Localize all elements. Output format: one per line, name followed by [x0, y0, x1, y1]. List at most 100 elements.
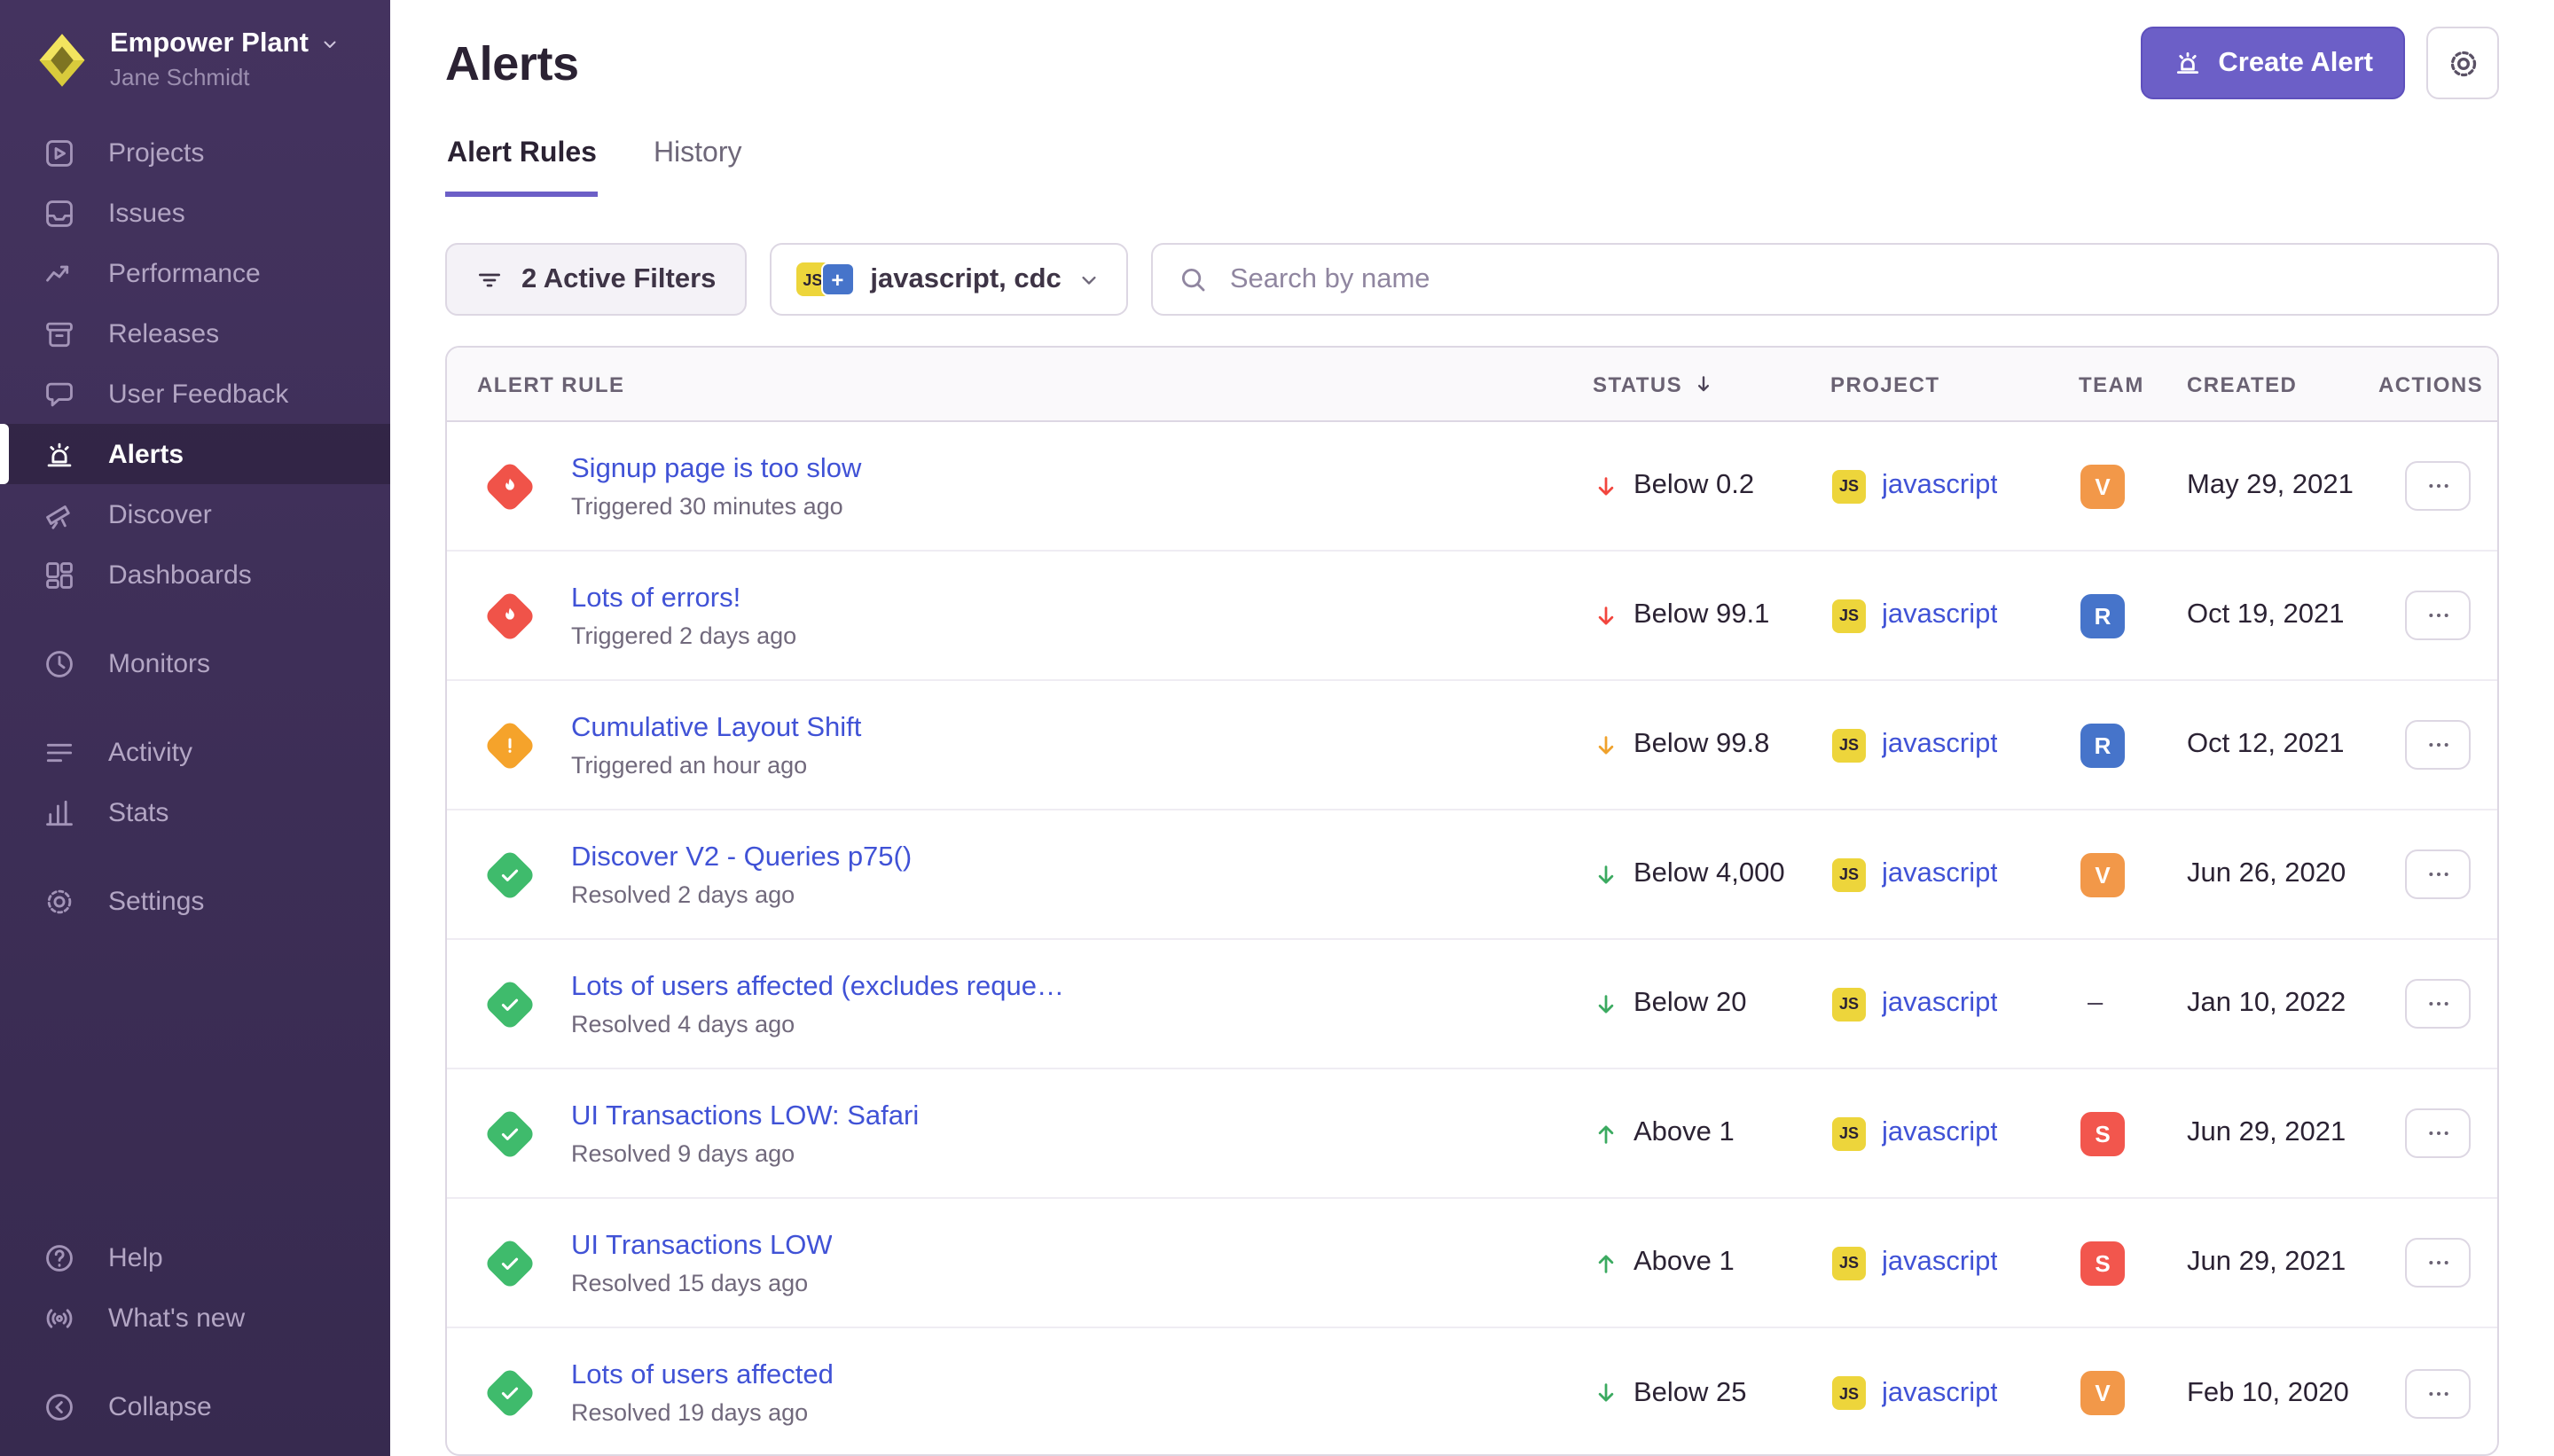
ellipsis-icon — [2424, 1119, 2452, 1147]
project-link[interactable]: javascript — [1882, 1247, 1998, 1279]
tab-alert-rules[interactable]: Alert Rules — [445, 138, 599, 197]
alert-rule-cell: Cumulative Layout ShiftTriggered an hour… — [447, 712, 1589, 778]
sidebar-item-user-feedback[interactable]: User Feedback — [0, 364, 390, 424]
resolved-icon — [483, 1236, 536, 1288]
sidebar-section: Collapse — [0, 1376, 390, 1436]
alert-rule-text: Discover V2 - Queries p75() Resolved 2 da… — [571, 842, 912, 907]
team-badge: R — [2080, 723, 2125, 767]
project-cell: JSjavascript — [1830, 1116, 2079, 1150]
javascript-platform-icon: JS — [1832, 987, 1866, 1021]
column-header-status[interactable]: Status — [1589, 372, 1830, 396]
org-text: Empower Plant Jane Schmidt — [110, 28, 341, 90]
sidebar-item-monitors[interactable]: Monitors — [0, 633, 390, 693]
sidebar-item-activity[interactable]: Activity — [0, 722, 390, 782]
alert-rule-text: Lots of users affected (excludes reque…R… — [571, 971, 1064, 1037]
project-link[interactable]: javascript — [1882, 729, 1998, 761]
row-actions-button[interactable] — [2405, 1368, 2471, 1418]
sidebar-item-stats[interactable]: Stats — [0, 782, 390, 842]
sidebar-item-alerts[interactable]: Alerts — [0, 424, 390, 484]
alert-rule-row: UI Transactions LOWResolved 15 days ago A… — [447, 1199, 2497, 1328]
alert-rule-link[interactable]: UI Transactions LOW — [571, 1230, 833, 1262]
sidebar-item-projects[interactable]: Projects — [0, 122, 390, 183]
trend-down-icon — [1593, 1380, 1619, 1406]
alert-rule-link[interactable]: Lots of users affected — [571, 1360, 834, 1392]
sidebar-item-releases[interactable]: Releases — [0, 303, 390, 364]
actions-cell — [2378, 1108, 2497, 1158]
alert-rule-row: Cumulative Layout ShiftTriggered an hour… — [447, 681, 2497, 810]
project-cell: JSjavascript — [1830, 857, 2079, 891]
collapse-icon — [43, 1389, 76, 1423]
resolved-icon — [483, 848, 536, 900]
status-text: Below 99.1 — [1633, 599, 1769, 631]
team-cell: R — [2079, 593, 2187, 638]
row-actions-button[interactable] — [2405, 591, 2471, 640]
column-header-team[interactable]: Team — [2079, 372, 2187, 396]
project-link[interactable]: javascript — [1882, 988, 1998, 1020]
ellipsis-icon — [2424, 731, 2452, 759]
alert-rule-link[interactable]: Signup page is too slow — [571, 453, 861, 485]
project-cell: JSjavascript — [1830, 1376, 2079, 1410]
row-actions-button[interactable] — [2405, 1238, 2471, 1288]
alert-rule-cell: Discover V2 - Queries p75() Resolved 2 da… — [447, 842, 1589, 907]
sidebar-item-label: Monitors — [108, 648, 210, 678]
column-header-actions: Actions — [2378, 372, 2497, 396]
actions-cell — [2378, 591, 2497, 640]
sidebar-item-discover[interactable]: Discover — [0, 484, 390, 544]
project-link[interactable]: javascript — [1882, 858, 1998, 890]
javascript-platform-icon: JS — [1832, 728, 1866, 762]
sidebar-item-whats-new[interactable]: What's new — [0, 1288, 390, 1348]
ellipsis-icon — [2424, 860, 2452, 888]
alert-rule-text: UI Transactions LOW: SafariResolved 9 da… — [571, 1100, 919, 1166]
sidebar-item-collapse[interactable]: Collapse — [0, 1376, 390, 1436]
team-cell: V — [2079, 464, 2187, 508]
team-badge: R — [2080, 593, 2125, 638]
filter-row: 2 Active Filters JS + javascript, cdc — [445, 243, 2499, 316]
resolved-icon — [483, 1366, 536, 1419]
created-cell: Jun 26, 2020 — [2187, 858, 2378, 890]
org-user: Jane Schmidt — [110, 64, 341, 90]
actions-cell — [2378, 979, 2497, 1029]
active-filters-button[interactable]: 2 Active Filters — [445, 243, 746, 316]
row-actions-button[interactable] — [2405, 1108, 2471, 1158]
row-actions-button[interactable] — [2405, 979, 2471, 1029]
create-alert-button[interactable]: Create Alert — [2140, 27, 2405, 99]
project-link[interactable]: javascript — [1882, 599, 1998, 631]
column-header-created[interactable]: Created — [2187, 372, 2378, 396]
issues-icon — [43, 196, 76, 230]
row-actions-button[interactable] — [2405, 849, 2471, 899]
alert-rule-link[interactable]: UI Transactions LOW: Safari — [571, 1100, 919, 1132]
status-text: Above 1 — [1633, 1247, 1735, 1279]
created-date: Feb 10, 2020 — [2187, 1377, 2349, 1409]
status-text: Below 4,000 — [1633, 858, 1785, 890]
search-input[interactable] — [1226, 262, 2472, 297]
row-actions-button[interactable] — [2405, 720, 2471, 770]
alert-rule-link[interactable]: Cumulative Layout Shift — [571, 712, 861, 744]
project-link[interactable]: javascript — [1882, 1377, 1998, 1409]
sidebar-item-help[interactable]: Help — [0, 1227, 390, 1288]
trend-down-icon — [1593, 602, 1619, 629]
alert-rule-subtext: Resolved 2 days ago — [571, 881, 912, 907]
project-cell: JS javascript — [1830, 728, 2079, 762]
alert-rule-link[interactable]: Lots of errors! — [571, 583, 796, 614]
project-link[interactable]: javascript — [1882, 470, 1998, 502]
column-header-project[interactable]: Project — [1830, 372, 2079, 396]
ellipsis-icon — [2424, 1249, 2452, 1277]
tab-history[interactable]: History — [652, 138, 744, 197]
trend-down-icon — [1593, 732, 1619, 758]
sidebar-item-settings[interactable]: Settings — [0, 871, 390, 931]
sidebar-item-dashboards[interactable]: Dashboards — [0, 544, 390, 605]
project-select[interactable]: JS + javascript, cdc — [769, 243, 1128, 316]
column-header-rule[interactable]: Alert Rule — [447, 372, 1589, 396]
sidebar-item-performance[interactable]: Performance — [0, 243, 390, 303]
sidebar-item-issues[interactable]: Issues — [0, 183, 390, 243]
alert-rule-link[interactable]: Lots of users affected (excludes reque… — [571, 971, 1064, 1003]
project-link[interactable]: javascript — [1882, 1117, 1998, 1149]
settings-button[interactable] — [2426, 27, 2499, 99]
team-badge: V — [2080, 464, 2125, 508]
org-switcher[interactable]: Empower Plant Jane Schmidt — [0, 0, 390, 115]
sidebar-section: HelpWhat's new — [0, 1227, 390, 1348]
alert-rule-link[interactable]: Discover V2 - Queries p75() — [571, 842, 912, 873]
row-actions-button[interactable] — [2405, 461, 2471, 511]
alert-rule-cell: UI Transactions LOWResolved 15 days ago — [447, 1230, 1589, 1296]
active-filters-label: 2 Active Filters — [521, 263, 716, 295]
